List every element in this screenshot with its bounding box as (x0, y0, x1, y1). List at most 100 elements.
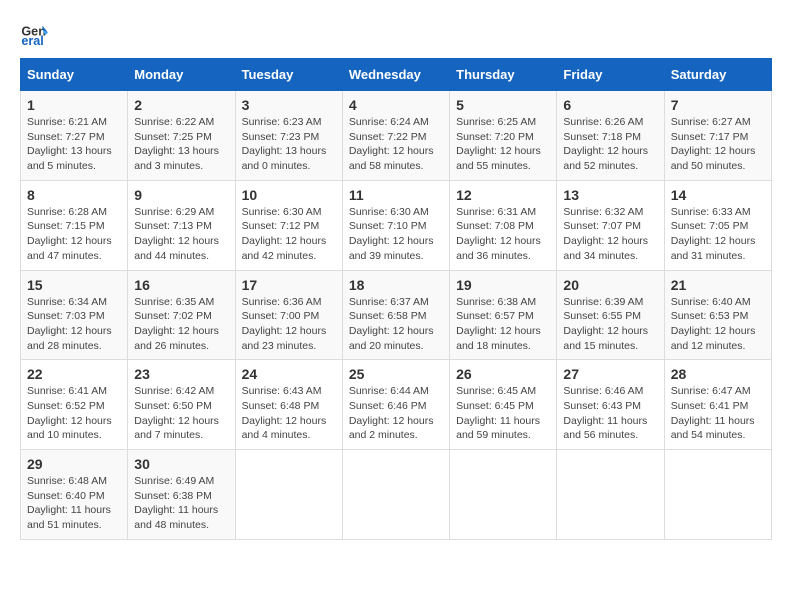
calendar-cell: 11 Sunrise: 6:30 AMSunset: 7:10 PMDaylig… (342, 180, 449, 270)
day-detail: Sunrise: 6:37 AMSunset: 6:58 PMDaylight:… (349, 295, 443, 354)
day-number: 19 (456, 277, 550, 293)
day-number: 17 (242, 277, 336, 293)
logo-icon: Gen eral (20, 20, 48, 48)
calendar-cell: 7 Sunrise: 6:27 AMSunset: 7:17 PMDayligh… (664, 91, 771, 181)
day-detail: Sunrise: 6:30 AMSunset: 7:12 PMDaylight:… (242, 205, 336, 264)
day-number: 2 (134, 97, 228, 113)
day-detail: Sunrise: 6:38 AMSunset: 6:57 PMDaylight:… (456, 295, 550, 354)
day-detail: Sunrise: 6:45 AMSunset: 6:45 PMDaylight:… (456, 384, 550, 443)
svg-text:eral: eral (21, 34, 43, 48)
calendar-week-row: 8 Sunrise: 6:28 AMSunset: 7:15 PMDayligh… (21, 180, 772, 270)
day-detail: Sunrise: 6:41 AMSunset: 6:52 PMDaylight:… (27, 384, 121, 443)
calendar-cell: 3 Sunrise: 6:23 AMSunset: 7:23 PMDayligh… (235, 91, 342, 181)
day-number: 12 (456, 187, 550, 203)
calendar-cell (342, 450, 449, 540)
day-detail: Sunrise: 6:24 AMSunset: 7:22 PMDaylight:… (349, 115, 443, 174)
day-detail: Sunrise: 6:46 AMSunset: 6:43 PMDaylight:… (563, 384, 657, 443)
calendar-cell: 19 Sunrise: 6:38 AMSunset: 6:57 PMDaylig… (450, 270, 557, 360)
calendar-cell: 23 Sunrise: 6:42 AMSunset: 6:50 PMDaylig… (128, 360, 235, 450)
header-friday: Friday (557, 59, 664, 91)
day-detail: Sunrise: 6:26 AMSunset: 7:18 PMDaylight:… (563, 115, 657, 174)
day-number: 10 (242, 187, 336, 203)
day-detail: Sunrise: 6:23 AMSunset: 7:23 PMDaylight:… (242, 115, 336, 174)
calendar-cell: 16 Sunrise: 6:35 AMSunset: 7:02 PMDaylig… (128, 270, 235, 360)
day-detail: Sunrise: 6:44 AMSunset: 6:46 PMDaylight:… (349, 384, 443, 443)
day-number: 11 (349, 187, 443, 203)
logo: Gen eral (20, 20, 52, 48)
day-number: 27 (563, 366, 657, 382)
day-detail: Sunrise: 6:43 AMSunset: 6:48 PMDaylight:… (242, 384, 336, 443)
day-detail: Sunrise: 6:31 AMSunset: 7:08 PMDaylight:… (456, 205, 550, 264)
calendar-cell: 14 Sunrise: 6:33 AMSunset: 7:05 PMDaylig… (664, 180, 771, 270)
day-number: 18 (349, 277, 443, 293)
day-detail: Sunrise: 6:32 AMSunset: 7:07 PMDaylight:… (563, 205, 657, 264)
calendar-cell: 21 Sunrise: 6:40 AMSunset: 6:53 PMDaylig… (664, 270, 771, 360)
calendar-cell: 13 Sunrise: 6:32 AMSunset: 7:07 PMDaylig… (557, 180, 664, 270)
day-detail: Sunrise: 6:34 AMSunset: 7:03 PMDaylight:… (27, 295, 121, 354)
day-number: 24 (242, 366, 336, 382)
day-number: 6 (563, 97, 657, 113)
calendar-week-row: 15 Sunrise: 6:34 AMSunset: 7:03 PMDaylig… (21, 270, 772, 360)
calendar-cell (557, 450, 664, 540)
day-detail: Sunrise: 6:42 AMSunset: 6:50 PMDaylight:… (134, 384, 228, 443)
header-saturday: Saturday (664, 59, 771, 91)
header-wednesday: Wednesday (342, 59, 449, 91)
day-detail: Sunrise: 6:29 AMSunset: 7:13 PMDaylight:… (134, 205, 228, 264)
calendar-cell: 10 Sunrise: 6:30 AMSunset: 7:12 PMDaylig… (235, 180, 342, 270)
day-detail: Sunrise: 6:40 AMSunset: 6:53 PMDaylight:… (671, 295, 765, 354)
calendar-cell: 6 Sunrise: 6:26 AMSunset: 7:18 PMDayligh… (557, 91, 664, 181)
calendar-cell: 12 Sunrise: 6:31 AMSunset: 7:08 PMDaylig… (450, 180, 557, 270)
calendar-cell: 1 Sunrise: 6:21 AMSunset: 7:27 PMDayligh… (21, 91, 128, 181)
calendar-week-row: 29 Sunrise: 6:48 AMSunset: 6:40 PMDaylig… (21, 450, 772, 540)
calendar-header-row: SundayMondayTuesdayWednesdayThursdayFrid… (21, 59, 772, 91)
day-number: 21 (671, 277, 765, 293)
day-detail: Sunrise: 6:49 AMSunset: 6:38 PMDaylight:… (134, 474, 228, 533)
calendar-cell: 22 Sunrise: 6:41 AMSunset: 6:52 PMDaylig… (21, 360, 128, 450)
day-detail: Sunrise: 6:30 AMSunset: 7:10 PMDaylight:… (349, 205, 443, 264)
calendar-cell: 9 Sunrise: 6:29 AMSunset: 7:13 PMDayligh… (128, 180, 235, 270)
calendar-cell: 8 Sunrise: 6:28 AMSunset: 7:15 PMDayligh… (21, 180, 128, 270)
day-detail: Sunrise: 6:21 AMSunset: 7:27 PMDaylight:… (27, 115, 121, 174)
calendar-week-row: 22 Sunrise: 6:41 AMSunset: 6:52 PMDaylig… (21, 360, 772, 450)
day-number: 15 (27, 277, 121, 293)
day-number: 1 (27, 97, 121, 113)
calendar-cell: 17 Sunrise: 6:36 AMSunset: 7:00 PMDaylig… (235, 270, 342, 360)
day-detail: Sunrise: 6:35 AMSunset: 7:02 PMDaylight:… (134, 295, 228, 354)
day-detail: Sunrise: 6:39 AMSunset: 6:55 PMDaylight:… (563, 295, 657, 354)
calendar-cell: 18 Sunrise: 6:37 AMSunset: 6:58 PMDaylig… (342, 270, 449, 360)
calendar-cell: 5 Sunrise: 6:25 AMSunset: 7:20 PMDayligh… (450, 91, 557, 181)
day-detail: Sunrise: 6:36 AMSunset: 7:00 PMDaylight:… (242, 295, 336, 354)
calendar-cell: 15 Sunrise: 6:34 AMSunset: 7:03 PMDaylig… (21, 270, 128, 360)
day-number: 22 (27, 366, 121, 382)
day-detail: Sunrise: 6:25 AMSunset: 7:20 PMDaylight:… (456, 115, 550, 174)
header-thursday: Thursday (450, 59, 557, 91)
day-number: 29 (27, 456, 121, 472)
calendar-cell: 28 Sunrise: 6:47 AMSunset: 6:41 PMDaylig… (664, 360, 771, 450)
day-detail: Sunrise: 6:27 AMSunset: 7:17 PMDaylight:… (671, 115, 765, 174)
day-number: 7 (671, 97, 765, 113)
calendar-cell: 29 Sunrise: 6:48 AMSunset: 6:40 PMDaylig… (21, 450, 128, 540)
calendar-table: SundayMondayTuesdayWednesdayThursdayFrid… (20, 58, 772, 540)
day-number: 16 (134, 277, 228, 293)
day-detail: Sunrise: 6:28 AMSunset: 7:15 PMDaylight:… (27, 205, 121, 264)
day-number: 3 (242, 97, 336, 113)
calendar-cell: 26 Sunrise: 6:45 AMSunset: 6:45 PMDaylig… (450, 360, 557, 450)
calendar-cell: 27 Sunrise: 6:46 AMSunset: 6:43 PMDaylig… (557, 360, 664, 450)
header-monday: Monday (128, 59, 235, 91)
calendar-cell (235, 450, 342, 540)
day-number: 4 (349, 97, 443, 113)
calendar-cell: 2 Sunrise: 6:22 AMSunset: 7:25 PMDayligh… (128, 91, 235, 181)
day-number: 30 (134, 456, 228, 472)
calendar-cell: 4 Sunrise: 6:24 AMSunset: 7:22 PMDayligh… (342, 91, 449, 181)
day-detail: Sunrise: 6:48 AMSunset: 6:40 PMDaylight:… (27, 474, 121, 533)
day-number: 26 (456, 366, 550, 382)
day-number: 13 (563, 187, 657, 203)
day-detail: Sunrise: 6:22 AMSunset: 7:25 PMDaylight:… (134, 115, 228, 174)
day-number: 25 (349, 366, 443, 382)
calendar-cell: 30 Sunrise: 6:49 AMSunset: 6:38 PMDaylig… (128, 450, 235, 540)
day-number: 9 (134, 187, 228, 203)
day-detail: Sunrise: 6:47 AMSunset: 6:41 PMDaylight:… (671, 384, 765, 443)
day-number: 8 (27, 187, 121, 203)
day-number: 20 (563, 277, 657, 293)
day-number: 23 (134, 366, 228, 382)
